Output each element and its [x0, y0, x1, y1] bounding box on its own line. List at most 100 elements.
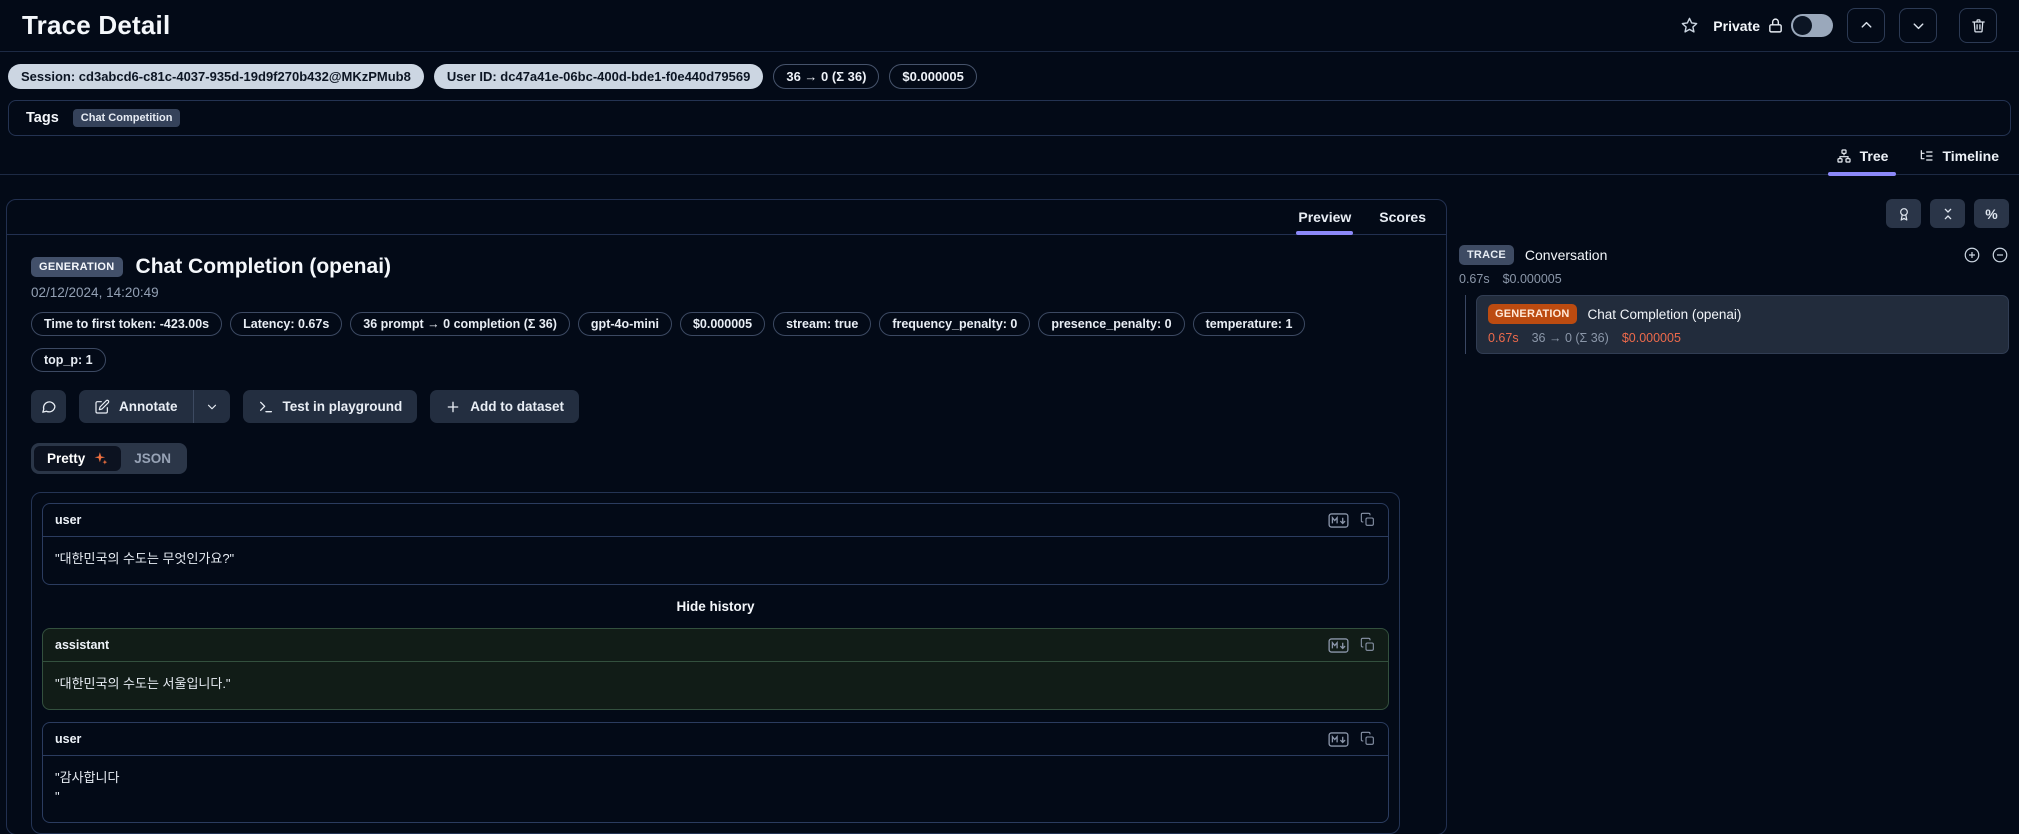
tree-toolbar: %	[1459, 199, 2009, 228]
format-toggle: Pretty JSON	[31, 443, 188, 474]
pill-stream: stream: true	[773, 312, 872, 336]
trace-metrics: 0.67s $0.000005	[1459, 272, 2009, 286]
annotate-split-button: Annotate	[79, 390, 230, 423]
pill-token-usage: 36 prompt → 0 completion (Σ 36)	[350, 312, 570, 336]
annotate-pencil-icon	[95, 399, 110, 414]
add-to-dataset-button[interactable]: Add to dataset	[430, 390, 580, 423]
pretty-label: Pretty	[47, 451, 86, 466]
message-role: user	[55, 513, 82, 527]
message-actions	[1328, 637, 1376, 653]
lock-icon	[1767, 17, 1784, 34]
pill-cost: $0.000005	[679, 312, 766, 336]
topbar-actions: Private	[1680, 8, 1997, 43]
format-pretty-segment[interactable]: Pretty	[34, 446, 122, 471]
tags-label: Tags	[26, 110, 59, 126]
copy-icon[interactable]	[1360, 637, 1376, 653]
cost-badge: $0.000005	[889, 64, 977, 89]
trace-tree-sidebar: % TRACE Conversation 0.67s $0.000005 GEN…	[1447, 199, 2011, 354]
hide-history-button[interactable]: Hide history	[42, 599, 1389, 614]
scores-award-button[interactable]	[1886, 199, 1921, 228]
add-to-dataset-label: Add to dataset	[470, 399, 565, 414]
award-icon	[1899, 207, 1908, 221]
trace-title: Conversation	[1524, 247, 1608, 263]
message-content: "대한민국의 수도는 서울입니다."	[55, 676, 231, 691]
trace-cost: $0.000005	[1502, 272, 1562, 286]
expand-all-icon[interactable]	[1963, 246, 1981, 264]
session-badge[interactable]: Session: cd3abcd6-c81c-4037-935d-19d9f27…	[8, 64, 424, 89]
delete-trace-button[interactable]	[1959, 8, 1997, 43]
playground-button[interactable]: Test in playground	[242, 390, 418, 423]
trace-latency: 0.67s	[1459, 272, 1490, 286]
copy-icon[interactable]	[1360, 512, 1376, 528]
terminal-icon	[259, 401, 272, 412]
markdown-toggle-icon[interactable]	[1328, 512, 1349, 528]
tree-icon	[1837, 149, 1851, 163]
toggle-metrics-button[interactable]: %	[1974, 199, 2009, 228]
tab-preview[interactable]: Preview	[1296, 209, 1354, 235]
privacy-control: Private	[1713, 14, 1833, 37]
next-trace-button[interactable]	[1899, 8, 1937, 43]
tree-children: GENERATION Chat Completion (openai) 0.67…	[1465, 295, 2009, 354]
tag-chat-competition[interactable]: Chat Competition	[72, 109, 181, 127]
tab-tree[interactable]: Tree	[1827, 148, 1897, 176]
user-id-badge[interactable]: User ID: dc47a41e-06bc-400d-bde1-f0e440d…	[433, 64, 764, 89]
generation-type-badge: GENERATION	[1488, 304, 1577, 324]
fold-vertical-icon	[1944, 208, 1951, 219]
generation-actions: Annotate Test in playground Add to datas…	[31, 390, 1422, 423]
topbar: Trace Detail Private	[0, 0, 2019, 52]
star-icon[interactable]	[1680, 16, 1699, 35]
privacy-toggle[interactable]	[1791, 14, 1833, 37]
message-card-assistant: assistant "대한민국의 수도는 서울입니다."	[42, 628, 1389, 710]
previous-trace-button[interactable]	[1847, 8, 1885, 43]
collapse-all-button[interactable]	[1930, 199, 1965, 228]
copy-icon[interactable]	[1360, 731, 1376, 747]
message-content: "대한민국의 수도는 무엇인가요?"	[55, 551, 235, 566]
panel-tabs: Preview Scores	[7, 200, 1446, 235]
tab-timeline-label: Timeline	[1942, 148, 1999, 164]
observation-latency: 0.67s	[1488, 331, 1519, 345]
trace-root-row[interactable]: TRACE Conversation	[1459, 245, 2009, 265]
comment-button[interactable]	[31, 390, 66, 423]
observation-row-selected[interactable]: GENERATION Chat Completion (openai) 0.67…	[1476, 295, 2009, 354]
trace-type-badge: TRACE	[1459, 245, 1514, 265]
pill-time-to-first-token: Time to first token: -423.00s	[31, 312, 223, 336]
generation-type-badge: GENERATION	[31, 257, 123, 277]
generation-params-row-2: top_p: 1	[31, 348, 1422, 372]
content-split: Preview Scores GENERATION Chat Completio…	[0, 199, 2019, 834]
annotate-button[interactable]: Annotate	[79, 390, 193, 423]
message-content: "감사합니다 "	[55, 770, 120, 804]
generation-title: Chat Completion (openai)	[135, 255, 392, 278]
collapse-node-icon[interactable]	[1991, 246, 2009, 264]
chevron-down-icon	[207, 404, 216, 409]
observation-tokens: 36 → 0 (Σ 36)	[1531, 331, 1609, 345]
chevron-up-icon	[1861, 21, 1871, 28]
page-title: Trace Detail	[22, 10, 171, 40]
generation-params-row-1: Time to first token: -423.00s Latency: 0…	[31, 312, 1422, 336]
panel-body: GENERATION Chat Completion (openai) 02/1…	[7, 235, 1446, 834]
message-card-user-2: user "감사합니다 "	[42, 722, 1389, 823]
observation-title: Chat Completion (openai)	[1587, 306, 1742, 322]
message-actions	[1328, 731, 1376, 747]
pill-latency: Latency: 0.67s	[230, 312, 343, 336]
tab-tree-label: Tree	[1859, 148, 1889, 164]
tags-container: Tags Chat Competition	[8, 100, 2011, 136]
format-json-segment[interactable]: JSON	[121, 446, 184, 471]
message-card-user-1: user "대한민국의 수도는 무엇인가요?"	[42, 503, 1389, 585]
toggle-thumb	[1793, 16, 1812, 35]
tab-scores[interactable]: Scores	[1379, 209, 1426, 234]
message-header: assistant	[43, 629, 1388, 662]
pill-model[interactable]: gpt-4o-mini	[577, 312, 672, 336]
json-label: JSON	[134, 451, 172, 466]
markdown-toggle-icon[interactable]	[1328, 731, 1349, 747]
sparkles-icon	[93, 451, 108, 466]
plus-icon	[447, 401, 459, 412]
chevron-down-icon	[1913, 23, 1923, 30]
markdown-toggle-icon[interactable]	[1328, 637, 1349, 653]
observation-cost: $0.000005	[1621, 331, 1681, 345]
message-header: user	[43, 723, 1388, 756]
timeline-icon	[1921, 150, 1934, 161]
annotate-dropdown-button[interactable]	[192, 390, 230, 423]
tab-timeline[interactable]: Timeline	[1918, 148, 1999, 174]
token-usage-badge: 36 → 0 (Σ 36)	[773, 64, 880, 89]
pill-top-p: top_p: 1	[31, 348, 106, 372]
